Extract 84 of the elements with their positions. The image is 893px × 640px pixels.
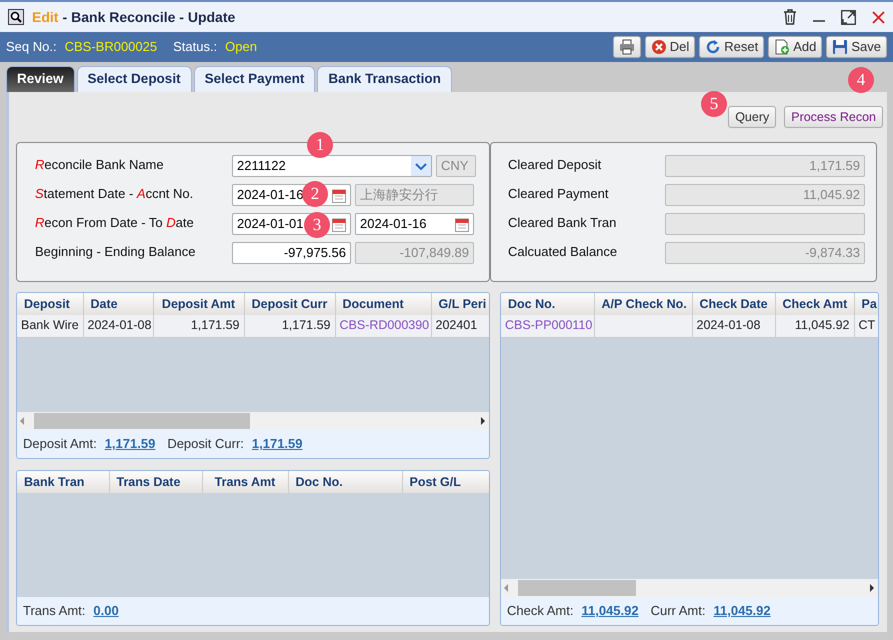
column-header[interactable]: Deposit	[17, 293, 83, 315]
column-header[interactable]: Deposit Amt	[153, 293, 244, 315]
column-header[interactable]: Pa	[854, 293, 878, 315]
caret-icon	[411, 156, 431, 176]
action-button[interactable]: Process Recon	[784, 106, 883, 128]
total-label: Deposit Curr:	[167, 435, 244, 454]
column-header[interactable]: Trans Date	[109, 471, 202, 493]
status-value: Open	[225, 38, 257, 56]
column-header[interactable]: Doc No.	[501, 293, 594, 315]
title-mode: Edit	[32, 8, 58, 26]
save-button[interactable]: Save	[826, 36, 887, 58]
window-title: Bank Reconcile - Update	[71, 8, 236, 27]
seq-number: CBS-BR000025	[64, 38, 158, 56]
input-field: -107,849.89	[355, 242, 474, 264]
document-link[interactable]: CBS-RD000390	[335, 315, 431, 337]
reset-button[interactable]: Reset	[699, 36, 764, 58]
window-icon	[8, 9, 24, 25]
column-header[interactable]: Doc No.	[288, 471, 402, 493]
tab[interactable]: Bank Transaction	[317, 66, 452, 92]
column-header[interactable]: G/L Peri	[431, 293, 489, 315]
total-label: Deposit Amt:	[23, 435, 97, 454]
date-field[interactable]: 2024-01-16	[355, 213, 474, 235]
input-field: 上海静安分行	[355, 184, 474, 206]
seq-label: Seq No.:	[6, 38, 57, 56]
calendar-icon[interactable]	[332, 216, 346, 232]
input-field[interactable]: -97,975.56	[232, 242, 351, 264]
column-header[interactable]: Trans Amt	[202, 471, 288, 493]
table-cell: 1,171.59	[153, 315, 244, 337]
table-cell: 11,045.92	[775, 315, 854, 337]
total-link[interactable]: 0.00	[93, 601, 119, 621]
status-label: Status.:	[173, 38, 218, 56]
input-field: CNY	[436, 155, 476, 177]
action-button[interactable]: Query	[728, 106, 776, 128]
total-link[interactable]: 1,171.59	[104, 434, 156, 454]
input-field: 1,171.59	[665, 155, 865, 177]
print-button[interactable]	[612, 36, 641, 58]
table-cell: CT	[854, 315, 878, 337]
column-header[interactable]: A/P Check No.	[594, 293, 692, 315]
refresh-icon	[705, 39, 722, 55]
column-header[interactable]: Check Amt	[775, 293, 854, 315]
calendar-icon[interactable]	[455, 216, 469, 232]
column-header[interactable]: Check Date	[692, 293, 775, 315]
field-label: Cleared Bank Tran	[508, 214, 618, 232]
document-link[interactable]: CBS-PP000110	[501, 315, 594, 337]
dropdown-field[interactable]: 2211122	[232, 155, 432, 177]
field-label: Calcuated Balance	[508, 243, 618, 261]
printer-icon	[618, 39, 635, 55]
field-label: Statement Date - Accnt No.	[35, 185, 194, 203]
total-link[interactable]: 11,045.92	[581, 601, 639, 621]
add-document-icon	[774, 39, 790, 55]
table-cell: 1,171.59	[244, 315, 335, 337]
title-separator: -	[62, 8, 68, 26]
input-field: -9,874.33	[665, 242, 865, 264]
input-field: 11,045.92	[665, 184, 865, 206]
tab[interactable]: Select Deposit	[76, 66, 192, 92]
table-cell: 2024-01-08	[692, 315, 775, 337]
delete-button[interactable]: Del	[644, 36, 696, 58]
add-button[interactable]: Add	[768, 36, 822, 58]
column-header[interactable]: Document	[335, 293, 431, 315]
total-label: Curr Amt:	[650, 602, 706, 620]
field-label: Cleared Payment	[508, 185, 610, 203]
field-label: Beginning - Ending Balance	[35, 243, 196, 261]
column-header[interactable]: Date	[83, 293, 153, 315]
trash-icon[interactable]	[783, 9, 797, 25]
tab[interactable]: Select Payment	[194, 66, 316, 92]
delete-icon	[650, 39, 667, 55]
field-label: Reconcile Bank Name	[35, 156, 165, 174]
save-icon	[832, 39, 848, 55]
column-header[interactable]: Deposit Curr	[244, 293, 335, 315]
column-header[interactable]: Post G/L	[402, 471, 489, 493]
field-label: Recon From Date - To Date	[35, 214, 195, 232]
table-cell: 2024-01-08	[83, 315, 153, 337]
total-label: Check Amt:	[507, 602, 574, 620]
total-link[interactable]: 1,171.59	[252, 434, 302, 454]
total-link[interactable]: 11,045.92	[714, 601, 771, 621]
table-cell: 202401	[431, 315, 489, 337]
maximize-icon[interactable]	[841, 10, 856, 24]
total-label: Trans Amt:	[23, 602, 86, 620]
table-cell: Bank Wire	[17, 315, 83, 337]
column-header[interactable]: Bank Tran	[17, 471, 109, 493]
field-label: Cleared Deposit	[508, 156, 602, 174]
close-icon[interactable]	[872, 10, 885, 24]
calendar-icon[interactable]	[332, 188, 346, 202]
tab[interactable]: Review	[6, 66, 75, 92]
